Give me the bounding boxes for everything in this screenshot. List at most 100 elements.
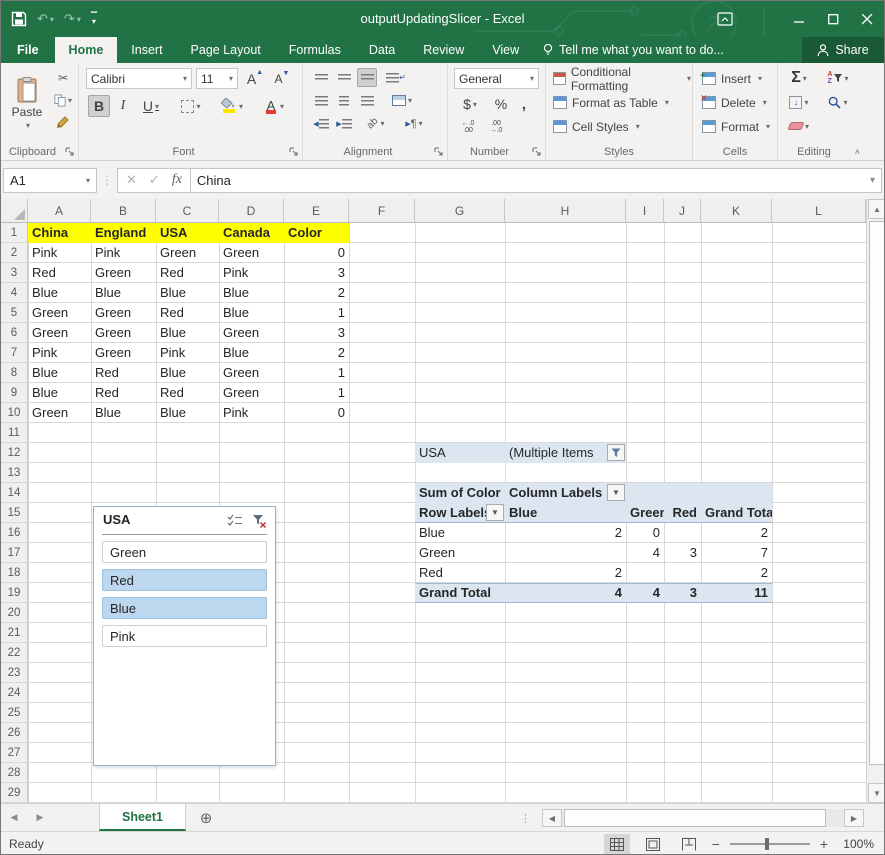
insert-function-button[interactable]: fx [172,172,182,188]
cell-B6[interactable]: Green [91,323,156,343]
column-header-g[interactable]: G [415,199,505,223]
pivot-value-cell[interactable]: 2 [701,563,772,583]
pivot-row-label-blue[interactable]: Blue [415,523,505,543]
bottom-align-button[interactable] [357,68,377,87]
pivot-filter-button[interactable] [607,444,625,461]
cell-C9[interactable]: Red [156,383,219,403]
scroll-left-button[interactable]: ◀ [542,809,562,827]
column-header-d[interactable]: D [219,199,284,223]
row-header-22[interactable]: 22 [1,643,28,663]
pivot-filter-field[interactable]: USA [415,443,505,463]
cell-C8[interactable]: Blue [156,363,219,383]
row-header-2[interactable]: 2 [1,243,28,263]
expand-formula-bar-button[interactable]: ▾ [870,175,875,186]
row-header-15[interactable]: 15 [1,503,28,523]
cell-A2[interactable]: Pink [28,243,91,263]
vertical-scroll-thumb[interactable] [869,221,885,765]
horizontal-scroll-thumb[interactable] [564,809,826,827]
cell-E6[interactable]: 3 [284,323,349,343]
merge-center-button[interactable]: ▾ [385,91,419,110]
tab-review[interactable]: Review [409,37,478,63]
cell-B3[interactable]: Green [91,263,156,283]
align-right-button[interactable] [357,91,377,110]
slicer-item-green[interactable]: Green [102,541,267,563]
cell-D2[interactable]: Green [219,243,284,263]
column-header-f[interactable]: F [349,199,415,223]
cell-E8[interactable]: 1 [284,363,349,383]
slicer-item-red[interactable]: Red [102,569,267,591]
pivot-value-cell[interactable]: 2 [701,523,772,543]
row-header-14[interactable]: 14 [1,483,28,503]
pivot-value-cell[interactable]: 4 [626,543,664,563]
new-sheet-button[interactable]: ⊕ [186,804,226,831]
row-header-16[interactable]: 16 [1,523,28,543]
autosum-button[interactable]: Σ▾ [784,68,814,88]
tab-file[interactable]: File [1,37,55,63]
pivot-value-cell[interactable]: 7 [701,543,772,563]
cell-E1[interactable]: Color [284,223,349,243]
collapse-ribbon-button[interactable]: ˄ [855,147,860,157]
confirm-entry-button[interactable]: ✓ [149,172,160,188]
format-as-table-button[interactable]: Format as Table▾ [552,93,670,112]
pivot-grand-total-value[interactable]: 4 [626,583,664,603]
pivot-col-header-grand-total[interactable]: Grand Total [701,503,772,523]
column-header-h[interactable]: H [505,199,626,223]
page-break-view-button[interactable] [676,834,702,855]
row-header-10[interactable]: 10 [1,403,28,423]
cell-A7[interactable]: Pink [28,343,91,363]
pivot-col-header-red[interactable]: Red [664,503,701,523]
cell-B7[interactable]: Green [91,343,156,363]
pivot-value-cell[interactable]: 0 [626,523,664,543]
decrease-font-button[interactable]: A▼ [270,68,294,89]
cell-A1[interactable]: China [28,223,91,243]
zoom-out-button[interactable]: − [712,836,720,852]
cell-D8[interactable]: Green [219,363,284,383]
row-header-5[interactable]: 5 [1,303,28,323]
tab-insert[interactable]: Insert [117,37,176,63]
pivot-value-cell[interactable]: 3 [664,543,701,563]
cell-A10[interactable]: Green [28,403,91,423]
italic-button[interactable]: I [112,95,134,117]
pivot-value-label[interactable]: Sum of Color [415,483,505,503]
cell-A9[interactable]: Blue [28,383,91,403]
row-header-29[interactable]: 29 [1,783,28,803]
redo-button[interactable]: ↷▾ [64,11,81,27]
slicer-multiselect-button[interactable] [225,512,245,529]
clear-button[interactable]: ▾ [784,116,814,136]
column-header-l[interactable]: L [772,199,866,223]
insert-cells-button[interactable]: +Insert▾ [701,69,763,88]
row-header-9[interactable]: 9 [1,383,28,403]
row-header-12[interactable]: 12 [1,443,28,463]
row-header-23[interactable]: 23 [1,663,28,683]
tab-page-layout[interactable]: Page Layout [177,37,275,63]
scroll-down-button[interactable]: ▼ [868,783,885,803]
row-header-19[interactable]: 19 [1,583,28,603]
row-header-4[interactable]: 4 [1,283,28,303]
row-header-8[interactable]: 8 [1,363,28,383]
column-labels-dropdown[interactable]: ▼ [607,484,625,501]
font-dialog-launcher[interactable] [289,147,299,157]
scroll-right-button[interactable]: ▶ [844,809,864,827]
row-header-6[interactable]: 6 [1,323,28,343]
fill-button[interactable]: ↓▾ [784,92,814,112]
column-header-b[interactable]: B [91,199,156,223]
pivot-grand-total-value[interactable]: 11 [701,583,772,603]
slicer-item-blue[interactable]: Blue [102,597,267,619]
close-button[interactable] [850,1,884,37]
number-format-combo[interactable]: General▾ [454,68,539,89]
slicer-clear-filter-button[interactable] [249,512,269,529]
format-cells-button[interactable]: Format▾ [701,117,771,136]
tell-me-box[interactable]: Tell me what you want to do... [533,37,734,63]
tab-data[interactable]: Data [355,37,409,63]
slicer-usa[interactable]: USAGreenRedBluePink [93,506,276,766]
underline-button[interactable]: U▾ [136,95,166,117]
cell-B8[interactable]: Red [91,363,156,383]
font-color-button[interactable]: A▾ [256,95,292,117]
cell-A8[interactable]: Blue [28,363,91,383]
decrease-decimal-button[interactable]: .00→.0 [484,118,508,136]
pivot-col-header-green[interactable]: Green [626,503,664,523]
cell-E2[interactable]: 0 [284,243,349,263]
column-header-e[interactable]: E [284,199,349,223]
sheet-tab-sheet1[interactable]: Sheet1 [99,804,186,831]
cell-C3[interactable]: Red [156,263,219,283]
